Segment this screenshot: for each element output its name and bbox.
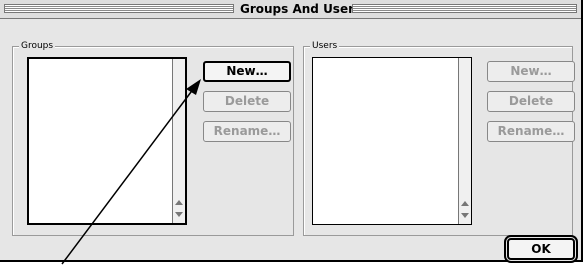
pointer-arrow-icon — [61, 79, 201, 265]
